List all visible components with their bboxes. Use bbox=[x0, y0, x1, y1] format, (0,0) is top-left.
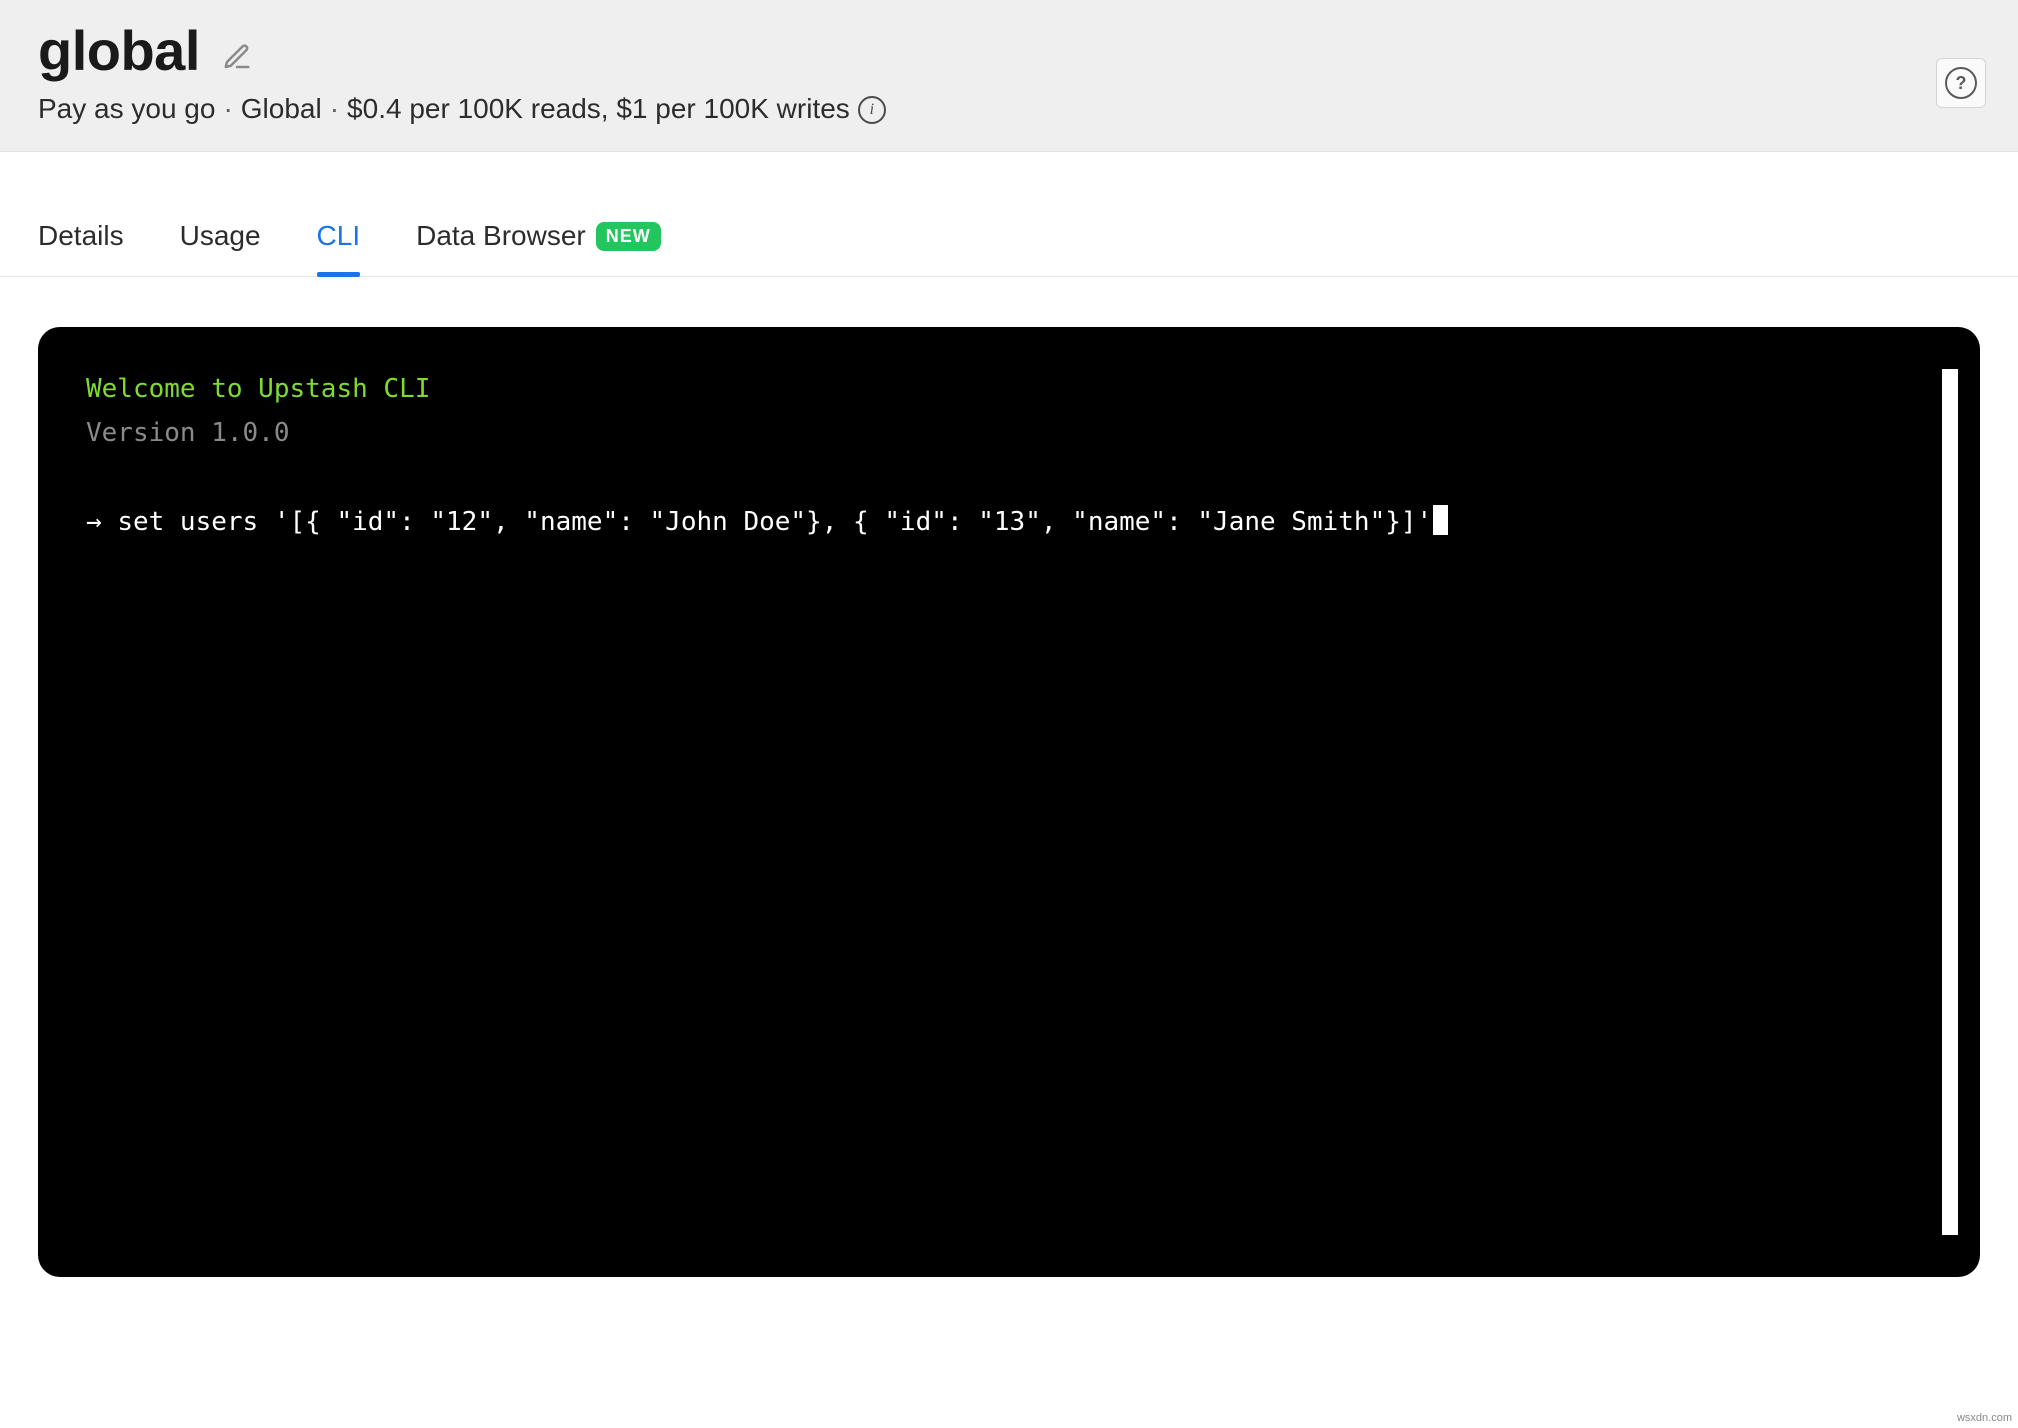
page-title: global bbox=[38, 18, 200, 83]
tab-label: CLI bbox=[317, 220, 361, 252]
terminal-prompt-line: → set users '[{ "id": "12", "name": "Joh… bbox=[86, 502, 1940, 542]
plan-text: Pay as you go bbox=[38, 93, 215, 125]
tabs: Details Usage CLI Data Browser NEW bbox=[38, 200, 1980, 276]
cursor-icon bbox=[1433, 505, 1448, 535]
tab-cli[interactable]: CLI bbox=[317, 200, 361, 276]
tab-label: Details bbox=[38, 220, 124, 252]
terminal-version: Version 1.0.0 bbox=[86, 413, 1940, 453]
tab-label: Data Browser bbox=[416, 220, 586, 252]
terminal-section: Welcome to Upstash CLI Version 1.0.0 → s… bbox=[0, 277, 2018, 1307]
header-band: global Pay as you go · Global · $0.4 per… bbox=[0, 0, 2018, 152]
title-row: global bbox=[38, 18, 1980, 83]
terminal-command: set users '[{ "id": "12", "name": "John … bbox=[117, 507, 1432, 537]
tab-label: Usage bbox=[180, 220, 261, 252]
tab-data-browser[interactable]: Data Browser NEW bbox=[416, 200, 661, 276]
source-watermark: wsxdn.com bbox=[1957, 1412, 2012, 1424]
tabs-container: Details Usage CLI Data Browser NEW bbox=[0, 200, 2018, 277]
info-icon[interactable]: i bbox=[858, 96, 886, 124]
region-text: Global bbox=[241, 93, 322, 125]
tab-details[interactable]: Details bbox=[38, 200, 124, 276]
prompt-arrow-icon: → bbox=[86, 507, 117, 537]
new-badge: NEW bbox=[596, 222, 661, 251]
pricing-text: $0.4 per 100K reads, $1 per 100K writes bbox=[347, 93, 850, 125]
help-button[interactable]: ? bbox=[1936, 58, 1986, 108]
separator-dot: · bbox=[223, 93, 232, 125]
question-icon: ? bbox=[1945, 67, 1977, 99]
subtitle-row: Pay as you go · Global · $0.4 per 100K r… bbox=[38, 93, 1980, 125]
cli-terminal[interactable]: Welcome to Upstash CLI Version 1.0.0 → s… bbox=[38, 327, 1980, 1277]
separator-dot: · bbox=[330, 93, 339, 125]
tab-usage[interactable]: Usage bbox=[180, 200, 261, 276]
edit-icon[interactable] bbox=[220, 40, 254, 74]
terminal-scrollbar[interactable] bbox=[1942, 369, 1958, 1235]
terminal-welcome: Welcome to Upstash CLI bbox=[86, 369, 1940, 409]
